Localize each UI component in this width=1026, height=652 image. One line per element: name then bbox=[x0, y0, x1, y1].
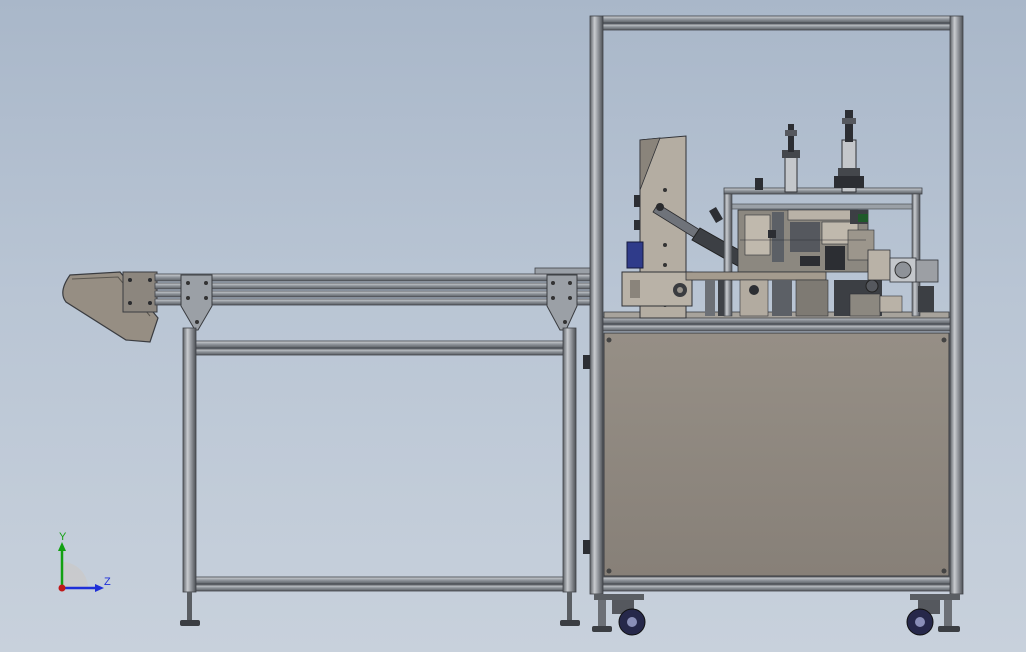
gusset-plate-right bbox=[546, 274, 578, 331]
assembly-cluster bbox=[737, 209, 875, 273]
conveyor-section bbox=[62, 267, 596, 626]
leveling-foot bbox=[180, 592, 580, 626]
conveyor-table-frame bbox=[182, 327, 577, 593]
triad-y-label: Y bbox=[59, 531, 67, 543]
machine-assembly[interactable] bbox=[0, 0, 1026, 652]
feeder-mechanism bbox=[603, 110, 950, 319]
caster-wheel-left bbox=[592, 594, 646, 636]
coordinate-triad: Y Z bbox=[40, 520, 130, 610]
conveyor-beam bbox=[154, 267, 596, 306]
cad-viewport[interactable]: Y Z bbox=[0, 0, 1026, 652]
triad-z-label: Z bbox=[104, 576, 111, 588]
gusset-plate-left bbox=[180, 274, 213, 331]
vertical-cylinder-right bbox=[834, 110, 864, 193]
vertical-cylinder-left bbox=[782, 124, 800, 193]
main-machine bbox=[583, 15, 964, 636]
discharge-chute bbox=[62, 271, 159, 343]
caster-wheel-right bbox=[906, 594, 960, 636]
triad-axes-icon bbox=[58, 542, 104, 592]
enclosure-panel bbox=[583, 332, 950, 577]
